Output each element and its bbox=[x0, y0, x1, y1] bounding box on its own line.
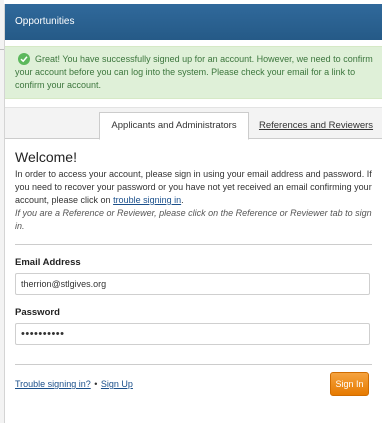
trouble-signing-in-link[interactable]: trouble signing in bbox=[113, 195, 181, 205]
intro-period: . bbox=[181, 195, 184, 205]
success-alert: Great! You have successfully signed up f… bbox=[5, 46, 382, 99]
footer-links: Trouble signing in? • Sign Up bbox=[15, 379, 133, 389]
tab-applicants-administrators[interactable]: Applicants and Administrators bbox=[99, 112, 249, 140]
email-label: Email Address bbox=[15, 257, 81, 268]
reviewer-note: If you are a Reference or Reviewer, plea… bbox=[15, 208, 372, 231]
check-circle-icon bbox=[18, 53, 30, 65]
password-label: Password bbox=[15, 307, 60, 318]
signin-content: Welcome! In order to access your account… bbox=[5, 139, 382, 405]
tab-references-reviewers[interactable]: References and Reviewers bbox=[251, 113, 381, 138]
email-field[interactable]: therrion@stlgives.org bbox=[15, 273, 370, 295]
page-title: Welcome! bbox=[15, 149, 77, 165]
divider bbox=[15, 244, 372, 245]
panel-header: Opportunities bbox=[5, 4, 382, 40]
trouble-signing-in-footer-link[interactable]: Trouble signing in? bbox=[15, 379, 91, 389]
form-footer: Trouble signing in? • Sign Up Sign In bbox=[15, 365, 372, 405]
intro-text: In order to access your account, please … bbox=[15, 168, 372, 207]
sign-in-button[interactable]: Sign In bbox=[330, 372, 369, 396]
sign-up-link[interactable]: Sign Up bbox=[101, 379, 133, 389]
password-field[interactable]: •••••••••• bbox=[15, 323, 370, 345]
signin-panel: Opportunities Great! You have successful… bbox=[4, 4, 382, 423]
alert-message: Great! You have successfully signed up f… bbox=[15, 54, 373, 90]
link-separator: • bbox=[94, 379, 98, 389]
header-title: Opportunities bbox=[15, 16, 75, 27]
tab-bar: Applicants and Administrators References… bbox=[5, 107, 382, 140]
intro-body: In order to access your account, please … bbox=[15, 169, 372, 205]
